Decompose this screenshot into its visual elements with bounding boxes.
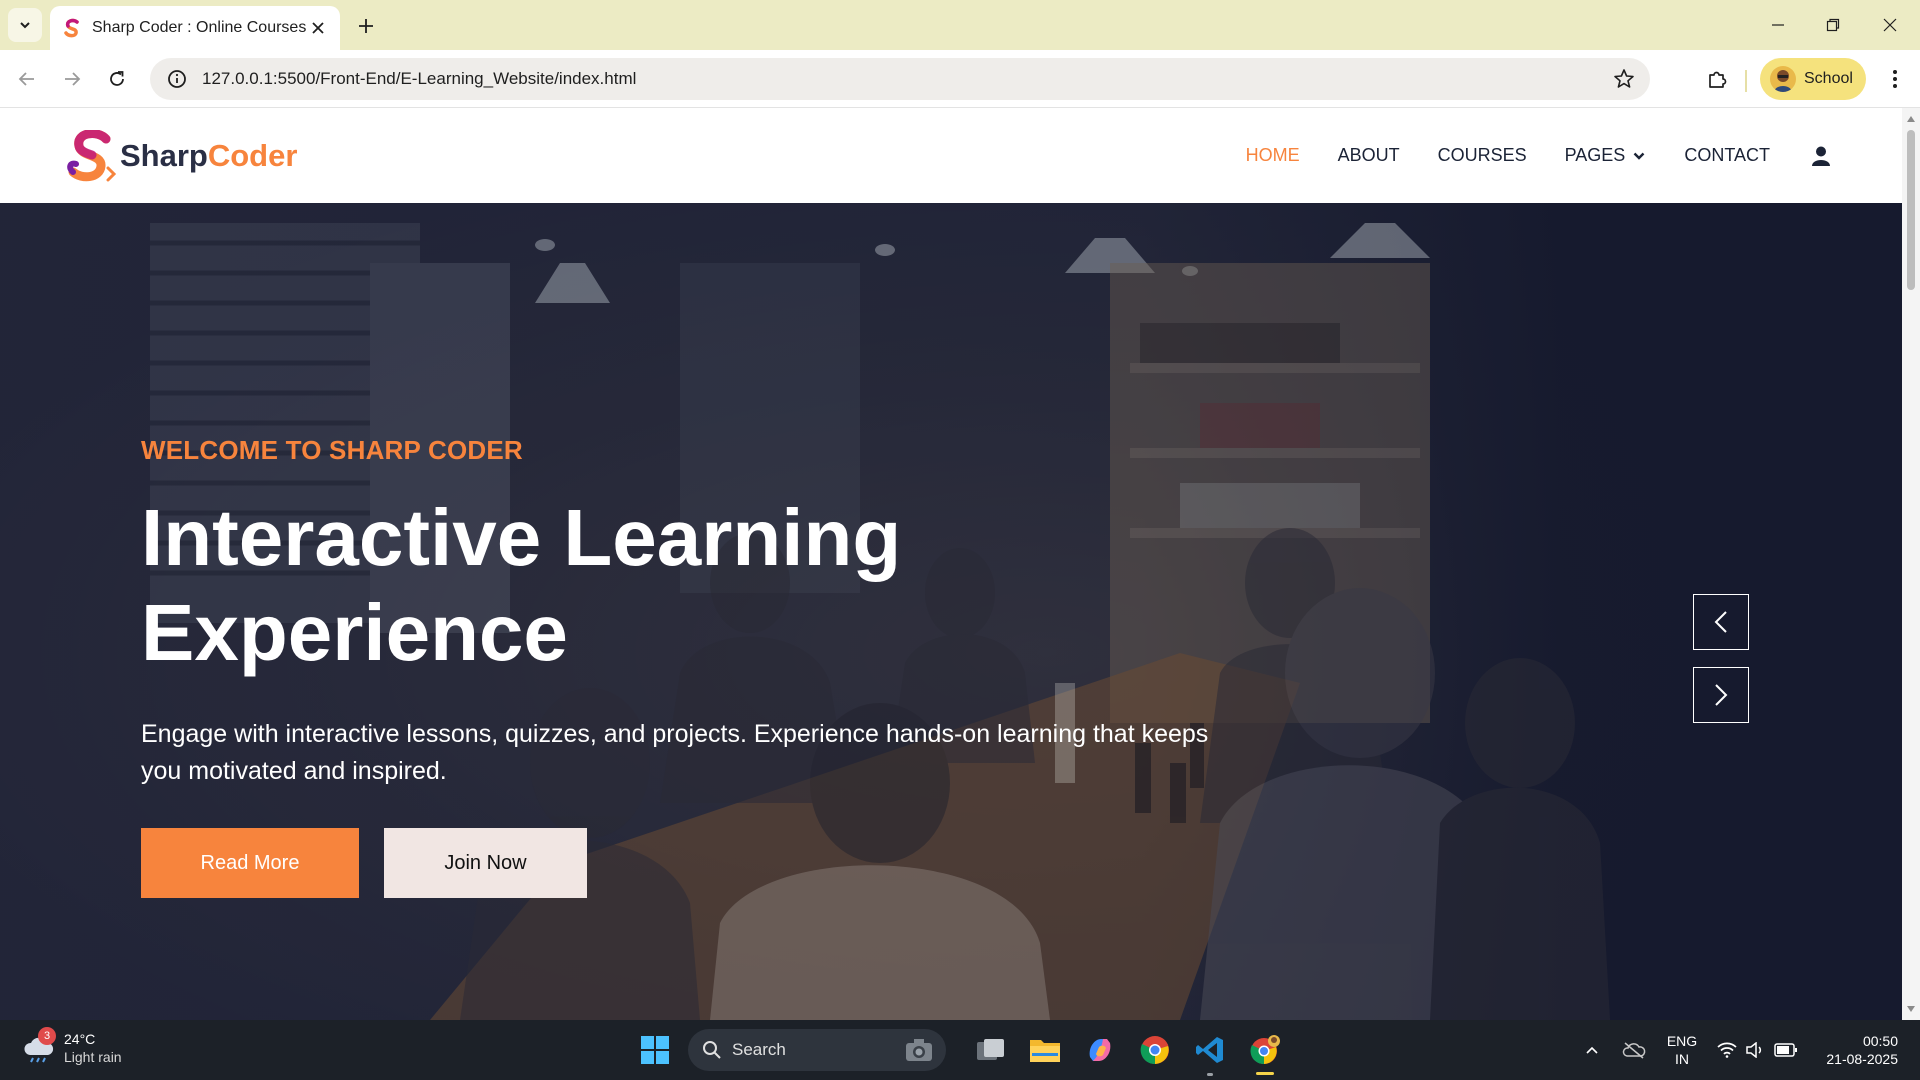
- browser-menu-button[interactable]: [1878, 62, 1912, 96]
- site-info-icon[interactable]: [166, 68, 188, 90]
- nav-home[interactable]: HOME: [1246, 145, 1300, 166]
- nav-courses[interactable]: COURSES: [1438, 145, 1527, 166]
- url-text[interactable]: 127.0.0.1:5500/Front-End/E-Learning_Webs…: [202, 69, 636, 89]
- browser-tabstrip: Sharp Coder : Online Courses: [0, 0, 1920, 50]
- lang-line2: IN: [1675, 1051, 1689, 1067]
- vscode-running-indicator: [1207, 1073, 1213, 1076]
- close-window-button[interactable]: [1870, 10, 1910, 40]
- browser-toolbar: 127.0.0.1:5500/Front-End/E-Learning_Webs…: [0, 50, 1920, 108]
- chrome-profile-icon[interactable]: [1247, 1032, 1283, 1068]
- search-icon: [703, 1041, 721, 1059]
- new-tab-button[interactable]: [352, 12, 380, 40]
- weather-badge: 3: [38, 1027, 56, 1045]
- restore-button[interactable]: [1813, 10, 1853, 40]
- user-icon[interactable]: [1810, 145, 1832, 167]
- minimize-button[interactable]: [1758, 10, 1798, 40]
- nav-pages[interactable]: PAGES: [1565, 145, 1647, 166]
- restore-icon: [1826, 18, 1840, 32]
- logo-text-coder: Coder: [207, 138, 298, 173]
- arrow-right-icon: [65, 72, 81, 86]
- chrome-icon[interactable]: [1137, 1032, 1173, 1068]
- toolbar-separator: [1745, 70, 1747, 92]
- sharpcoder-favicon-icon: [64, 18, 79, 38]
- wifi-icon[interactable]: [1714, 1020, 1740, 1080]
- site-navbar: SharpCoder HOME ABOUT COURSES PAGES CONT…: [0, 108, 1902, 203]
- sharpcoder-logo-icon: [67, 130, 116, 182]
- plus-icon: [359, 19, 373, 33]
- tab-search-button[interactable]: [8, 8, 42, 42]
- chrome-active-indicator: [1256, 1072, 1274, 1075]
- camera-icon: [906, 1039, 932, 1061]
- rain-cloud-icon: 3: [22, 1027, 56, 1065]
- back-button[interactable]: [10, 62, 44, 96]
- hero-content: WELCOME TO SHARP CODER Interactive Learn…: [141, 435, 1341, 898]
- arrow-left-icon: [18, 72, 34, 86]
- page-scrollbar[interactable]: [1902, 108, 1920, 1020]
- weather-temp: 24°C: [64, 1031, 96, 1047]
- hero-description: Engage with interactive lessons, quizzes…: [141, 720, 1209, 785]
- windows-taskbar: 3 24°C Light rain Search ENG IN 00:50 21…: [0, 1020, 1920, 1080]
- search-placeholder: Search: [732, 1040, 786, 1059]
- task-view-icon[interactable]: [973, 1032, 1009, 1068]
- chevron-down-icon: [20, 22, 30, 29]
- chevron-left-icon: [1714, 611, 1727, 633]
- taskbar-clock[interactable]: 00:50 21-08-2025: [1810, 1032, 1898, 1068]
- profile-button[interactable]: School: [1760, 58, 1866, 100]
- forward-button[interactable]: [55, 62, 89, 96]
- copilot-icon[interactable]: [1082, 1032, 1118, 1068]
- scroll-up-icon[interactable]: [1906, 114, 1916, 124]
- weather-widget[interactable]: 3 24°C Light rain: [22, 1027, 122, 1066]
- lang-line1: ENG: [1666, 1033, 1698, 1049]
- main-menu: HOME ABOUT COURSES PAGES CONTACT: [1208, 108, 1832, 203]
- carousel-next-button[interactable]: [1693, 667, 1749, 723]
- close-icon: [1883, 18, 1897, 32]
- language-indicator[interactable]: ENG IN: [1662, 1032, 1702, 1068]
- minimize-icon: [1772, 24, 1784, 26]
- logo-text: SharpCoder: [120, 138, 297, 174]
- browser-tab-active[interactable]: Sharp Coder : Online Courses: [50, 6, 340, 50]
- hero-carousel: WELCOME TO SHARP CODER Interactive Learn…: [0, 203, 1902, 1020]
- onedrive-icon[interactable]: [1620, 1020, 1648, 1080]
- hero-title: Interactive Learning Experience: [141, 493, 902, 677]
- scroll-thumb[interactable]: [1907, 130, 1915, 290]
- nav-contact[interactable]: CONTACT: [1684, 145, 1770, 166]
- show-hidden-icons-button[interactable]: [1580, 1020, 1604, 1080]
- more-vertical-icon: [1893, 70, 1897, 88]
- vscode-icon[interactable]: [1192, 1032, 1228, 1068]
- volume-icon[interactable]: [1744, 1020, 1766, 1080]
- hero-kicker: WELCOME TO SHARP CODER: [141, 435, 523, 465]
- weather-desc: Light rain: [64, 1049, 122, 1065]
- avatar: [1770, 66, 1796, 92]
- join-now-button[interactable]: Join Now: [384, 828, 587, 898]
- clock-time: 00:50: [1862, 1033, 1898, 1049]
- file-explorer-icon[interactable]: [1027, 1032, 1063, 1068]
- tab-close-icon[interactable]: [308, 18, 328, 38]
- scroll-down-icon[interactable]: [1906, 1004, 1916, 1014]
- extensions-button[interactable]: [1700, 62, 1734, 96]
- reload-icon: [110, 71, 124, 86]
- address-bar[interactable]: 127.0.0.1:5500/Front-End/E-Learning_Webs…: [150, 58, 1650, 100]
- chevron-down-icon: [1633, 152, 1645, 160]
- logo-text-sharp: Sharp: [120, 138, 208, 173]
- chevron-right-icon: [1715, 684, 1728, 706]
- profile-name: School: [1804, 70, 1853, 87]
- tab-title: Sharp Coder : Online Courses: [92, 19, 307, 36]
- taskbar-search[interactable]: Search: [688, 1029, 946, 1071]
- battery-icon[interactable]: [1772, 1020, 1800, 1080]
- windows-start-icon[interactable]: [640, 1035, 670, 1065]
- hero-buttons: Read More Join Now: [141, 828, 1341, 898]
- weather-text: 24°C Light rain: [64, 1030, 122, 1066]
- read-more-button[interactable]: Read More: [141, 828, 359, 898]
- nav-about[interactable]: ABOUT: [1338, 145, 1400, 166]
- clock-date: 21-08-2025: [1826, 1051, 1898, 1067]
- chevron-up-icon: [1586, 1046, 1598, 1054]
- bookmark-star-icon[interactable]: [1612, 67, 1636, 91]
- web-page: SharpCoder HOME ABOUT COURSES PAGES CONT…: [0, 108, 1902, 1020]
- site-logo[interactable]: SharpCoder: [62, 130, 297, 182]
- puzzle-icon: [1709, 71, 1727, 88]
- carousel-prev-button[interactable]: [1693, 594, 1749, 650]
- reload-button[interactable]: [100, 62, 134, 96]
- nav-pages-label: PAGES: [1564, 145, 1626, 165]
